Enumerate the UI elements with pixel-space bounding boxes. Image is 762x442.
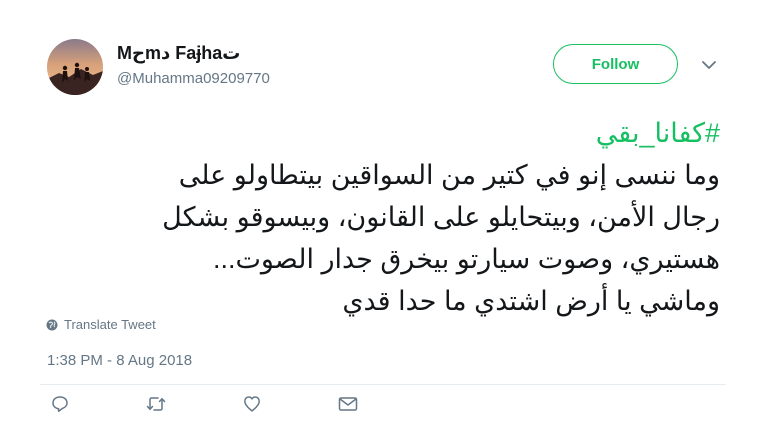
divider bbox=[40, 384, 726, 385]
translate-label: Translate Tweet bbox=[64, 317, 156, 332]
globe-icon bbox=[46, 319, 58, 331]
retweet-icon[interactable] bbox=[146, 394, 166, 414]
tweet-actions bbox=[50, 394, 370, 414]
tweet-line: وماشي يا أرض اشتدي ما حدا قدي bbox=[342, 286, 720, 316]
username[interactable]: @Muhamma09209770 bbox=[117, 70, 270, 87]
display-name[interactable]: Mحmد Faɉhaت bbox=[117, 43, 240, 64]
heart-icon[interactable] bbox=[242, 394, 262, 414]
follow-button[interactable]: Follow bbox=[553, 44, 678, 84]
tweet-line: رجال الأمن، وبيتحايلو على القانون، وبيسو… bbox=[162, 202, 720, 232]
avatar[interactable] bbox=[47, 39, 103, 95]
tweet-text: #كفانا_بقي وما ننسى إنو في كتير من السوا… bbox=[40, 112, 720, 322]
tweet-line: وما ننسى إنو في كتير من السواقين بيتطاول… bbox=[178, 160, 720, 190]
reply-icon[interactable] bbox=[50, 394, 70, 414]
envelope-icon[interactable] bbox=[338, 394, 358, 414]
tweet-line: هستيري، وصوت سيارتو بيخرق جدار الصوت... bbox=[212, 244, 720, 274]
hashtag-link[interactable]: #كفانا_بقي bbox=[596, 118, 720, 148]
chevron-down-icon[interactable] bbox=[699, 57, 719, 73]
tweet-card: Mحmد Faɉhaت @Muhamma09209770 Follow #كفا… bbox=[0, 0, 762, 442]
tweet-timestamp[interactable]: 1:38 PM - 8 Aug 2018 bbox=[47, 352, 192, 369]
translate-tweet-link[interactable]: Translate Tweet bbox=[46, 317, 156, 332]
